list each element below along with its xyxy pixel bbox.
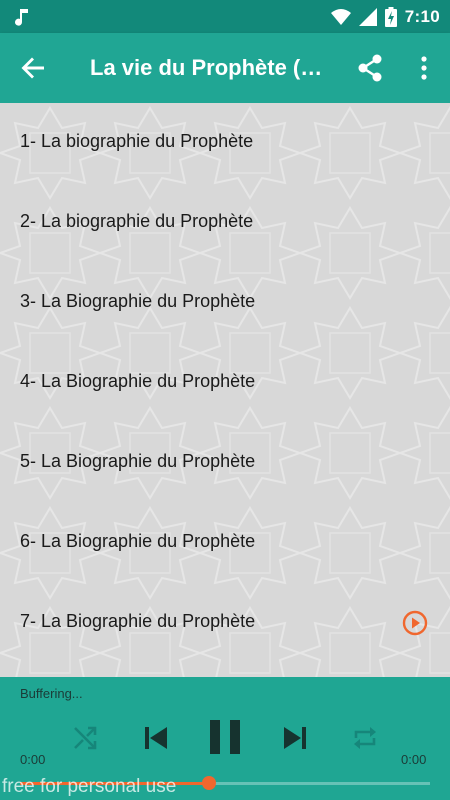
wifi-icon	[330, 8, 351, 25]
status-bar: 7:10	[0, 0, 450, 33]
list-item-label: 2- La biographie du Prophète	[20, 211, 254, 231]
list-item[interactable]: 2- La biographie du Prophète	[0, 183, 450, 263]
skip-next-icon[interactable]	[281, 724, 309, 752]
list-item-label: 7- La Biographie du Prophète	[20, 611, 256, 631]
list-item-label: 4- La Biographie du Prophète	[20, 371, 256, 391]
music-note-icon	[15, 9, 28, 26]
list-item-label: 6- La Biographie du Prophète	[20, 531, 256, 551]
track-list: 1- La biographie du Prophète 2- La biogra…	[0, 103, 450, 663]
list-item-label: 5- La Biographie du Prophète	[20, 451, 256, 471]
watermark: free for personal use	[2, 776, 177, 797]
share-icon[interactable]	[354, 52, 386, 84]
page-title: La vie du Prophète (…	[90, 55, 323, 80]
list-item[interactable]: 3- La Biographie du Prophète	[0, 263, 450, 343]
play-circle-icon[interactable]	[402, 610, 428, 636]
pause-icon[interactable]	[207, 718, 243, 756]
skip-previous-icon[interactable]	[142, 724, 170, 752]
battery-charging-icon	[384, 6, 397, 27]
track-list-area[interactable]: 1- La biographie du Prophète 2- La biogra…	[0, 103, 450, 677]
list-item-label: 3- La Biographie du Prophète	[20, 291, 256, 311]
more-vert-icon[interactable]	[412, 53, 436, 83]
back-arrow-icon[interactable]	[18, 53, 48, 83]
list-item[interactable]: 4- La Biographie du Prophète	[0, 343, 450, 423]
current-time: 0:00	[20, 752, 46, 767]
status-time: 7:10	[404, 6, 440, 26]
status-icons: 7:10	[330, 0, 440, 33]
player-status: Buffering...	[20, 686, 83, 701]
shuffle-icon[interactable]	[71, 724, 99, 752]
app-bar: La vie du Prophète (…	[0, 33, 450, 103]
total-time: 0:00	[401, 752, 427, 767]
list-item[interactable]: 7- La Biographie du Prophète	[0, 583, 450, 663]
list-item[interactable]: 1- La biographie du Prophète	[0, 103, 450, 183]
list-item[interactable]: 5- La Biographie du Prophète	[0, 423, 450, 503]
seek-thumb[interactable]	[201, 776, 216, 790]
signal-icon	[358, 7, 377, 26]
list-item[interactable]: 6- La Biographie du Prophète	[0, 503, 450, 583]
list-item-label: 1- La biographie du Prophète	[20, 131, 254, 151]
repeat-icon[interactable]	[351, 724, 379, 752]
